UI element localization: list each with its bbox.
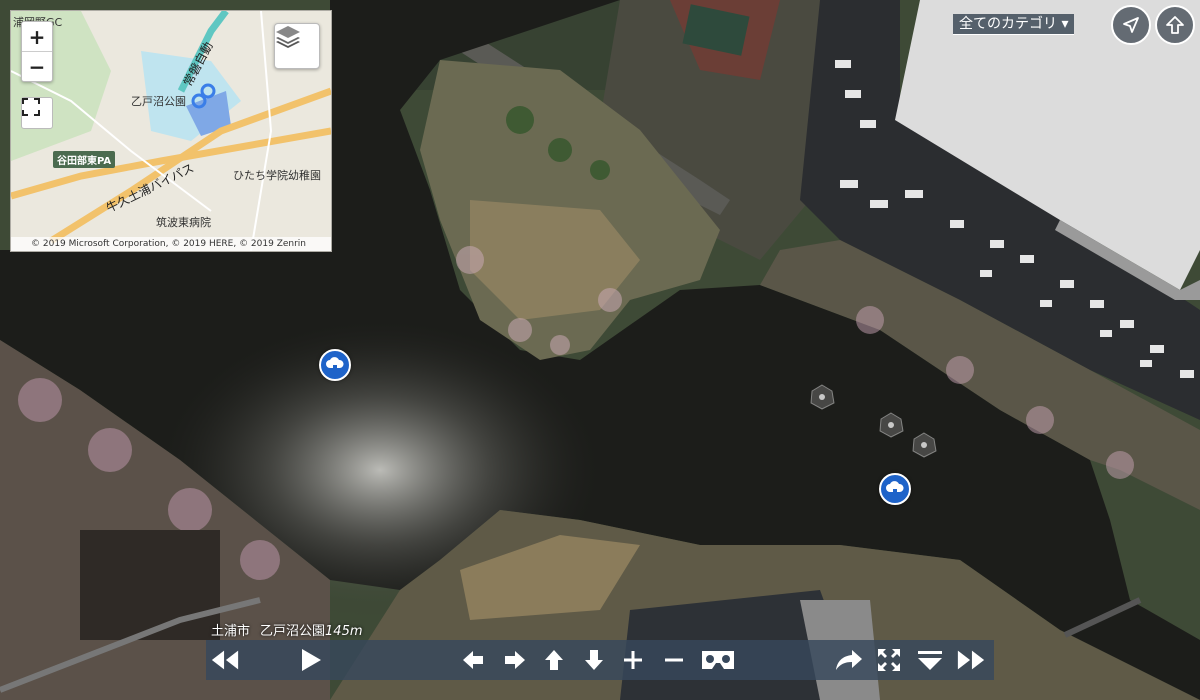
rewind-icon	[211, 650, 239, 670]
map-label-park: 乙戸沼公園	[131, 95, 186, 108]
fullscreen-icon	[22, 98, 40, 116]
cloud-download-icon	[886, 481, 904, 496]
zoom-in-view-button[interactable]	[618, 645, 648, 675]
vr-headset-icon	[702, 651, 734, 669]
navigate-button[interactable]	[1111, 5, 1151, 45]
map-layers-button[interactable]	[274, 23, 320, 69]
pan-left-button[interactable]	[458, 645, 488, 675]
map-label-pa: 谷田部東PA	[53, 151, 116, 168]
map-label-kindergarten: ひたち学院幼稚園	[233, 169, 321, 182]
minus-icon	[665, 658, 683, 662]
next-scene-button[interactable]	[956, 645, 986, 675]
share-button[interactable]	[834, 645, 864, 675]
play-button[interactable]	[296, 645, 326, 675]
faded-hotspot-icon[interactable]	[877, 411, 905, 439]
zoom-out-view-button[interactable]	[659, 645, 689, 675]
pan-up-button[interactable]	[539, 645, 569, 675]
viewer-toolbar	[206, 640, 994, 680]
faded-hotspot-icon[interactable]	[910, 431, 938, 459]
location-label: 土浦市 乙戸沼公園145m	[211, 620, 363, 639]
vr-mode-button[interactable]	[697, 645, 739, 675]
arrow-up-icon	[545, 650, 563, 670]
cloud-download-icon	[326, 357, 344, 372]
hotspot-marker[interactable]	[879, 473, 911, 505]
hide-toolbar-button[interactable]	[915, 645, 945, 675]
arrow-left-icon	[463, 651, 483, 669]
category-dropdown[interactable]: 全てのカテゴリ ▾	[953, 14, 1075, 35]
map-copyright: © 2019 Microsoft Corporation, © 2019 HER…	[11, 237, 331, 251]
minimap[interactable]: 浦岡野GC 乙戸沼公園 常磐自動 谷田部東PA 牛久土浦バイパス ひたち学院幼稚…	[10, 10, 332, 252]
play-icon	[302, 649, 321, 671]
zoom-out-button[interactable]: −	[22, 51, 52, 81]
location-city: 土浦市	[211, 624, 251, 639]
pan-right-button[interactable]	[500, 645, 530, 675]
arrow-down-icon	[585, 650, 603, 670]
fullscreen-button[interactable]	[874, 645, 904, 675]
location-place: 乙戸沼公園	[260, 624, 326, 639]
arrow-right-icon	[505, 651, 525, 669]
pan-down-button[interactable]	[579, 645, 609, 675]
navigation-arrow-icon	[1123, 17, 1139, 33]
layers-icon	[276, 26, 300, 48]
up-button[interactable]	[1155, 5, 1195, 45]
previous-scene-button[interactable]	[210, 645, 240, 675]
fullscreen-icon	[878, 649, 900, 671]
plus-icon	[624, 651, 642, 669]
location-altitude: 145m	[325, 624, 363, 639]
fast-forward-icon	[957, 650, 985, 670]
up-arrow-icon	[1166, 16, 1184, 34]
collapse-icon	[918, 651, 942, 670]
map-label-hospital: 筑波東病院	[156, 216, 211, 229]
faded-hotspot-icon[interactable]	[808, 383, 836, 411]
share-icon	[836, 650, 862, 670]
hotspot-marker[interactable]	[319, 349, 351, 381]
zoom-in-button[interactable]: +	[22, 22, 52, 51]
zoom-controls: + −	[21, 21, 53, 82]
map-fullscreen-button[interactable]	[21, 97, 53, 129]
